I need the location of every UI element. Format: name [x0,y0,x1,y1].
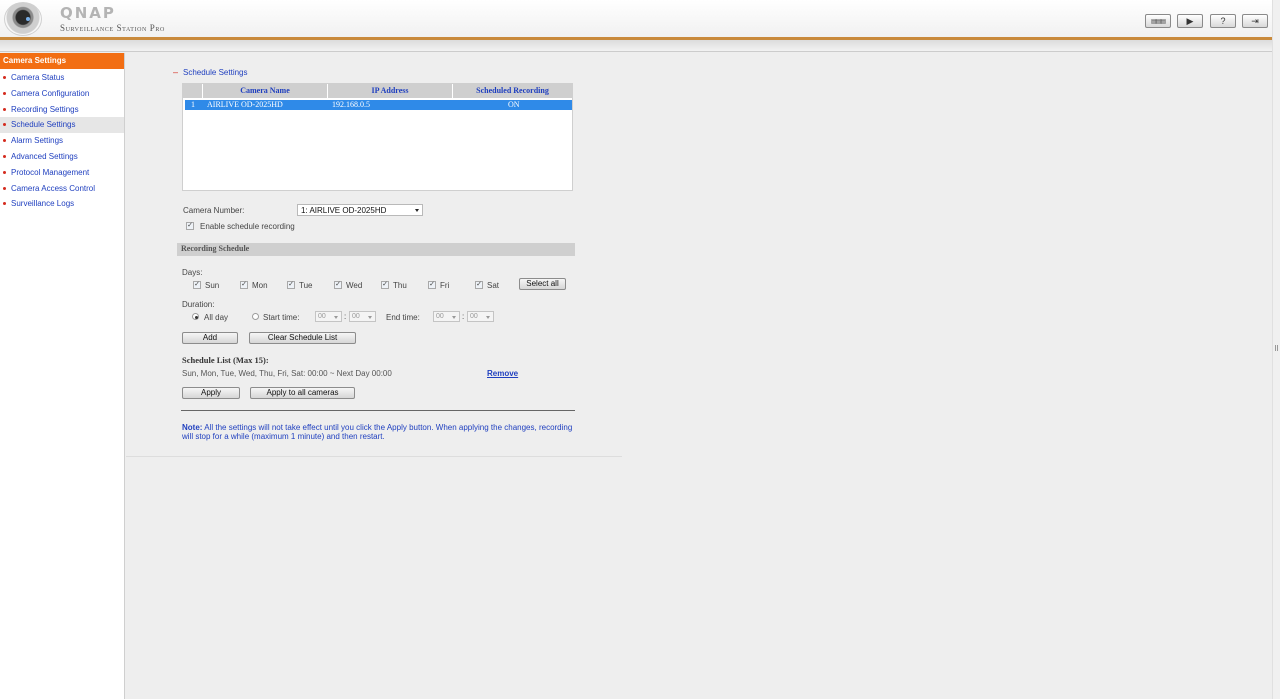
day-checkbox-sat[interactable]: ✓ [475,281,483,289]
help-button[interactable]: ? [1210,14,1236,28]
logout-button[interactable]: ⇥ [1242,14,1268,28]
schedule-list-entry: Sun, Mon, Tue, Wed, Thu, Fri, Sat: 00:00… [182,369,392,378]
chevron-down-icon [452,316,456,319]
enable-schedule-checkbox[interactable]: ✓ [186,222,194,230]
day-label-sun: Sun [205,281,220,290]
sidebar-item-schedule-settings[interactable]: Schedule Settings [0,117,124,134]
start-minute-value: 00 [352,313,360,320]
sidebar-item-camera-access-control[interactable]: Camera Access Control [0,181,124,197]
note-label: Note: [182,423,203,432]
sidebar-title: Camera Settings [0,53,124,69]
product-name: Surveillance Station Pro [60,23,165,33]
sidebar-item-recording-settings[interactable]: Recording Settings [0,102,124,118]
all-day-radio[interactable] [192,313,199,320]
day-checkbox-tue[interactable]: ✓ [287,281,295,289]
row-camera-name: AIRLIVE OD-2025HD [207,100,283,109]
camera-logo-icon [4,2,42,36]
enable-schedule-label: Enable schedule recording [200,222,295,231]
row-ip-address: 192.168.0.5 [332,100,370,109]
brand-name: QNAP [60,4,116,22]
sidebar-item-alarm-settings[interactable]: Alarm Settings [0,133,124,149]
sidebar-item-protocol-management[interactable]: Protocol Management [0,165,124,181]
remove-link[interactable]: Remove [487,369,518,378]
day-label-thu: Thu [393,281,407,290]
select-all-button[interactable]: Select all [519,278,566,290]
all-day-label: All day [204,313,229,322]
end-minute-value: 00 [470,313,478,320]
scrollbar[interactable] [1272,0,1280,699]
end-time-label: End time: [386,313,420,322]
day-label-tue: Tue [299,281,313,290]
day-label-fri: Fri [440,281,450,290]
time-separator: : [344,312,347,321]
recording-schedule-header: Recording Schedule [177,243,575,256]
sidebar: Camera Settings Camera Status Camera Con… [0,53,125,699]
day-label-wed: Wed [346,281,363,290]
monitor-button[interactable]: ▤▤▤ [1145,14,1171,28]
chevron-down-icon [415,209,419,212]
start-minute-select[interactable]: 00 [349,311,376,322]
sidebar-item-surveillance-logs[interactable]: Surveillance Logs [0,196,124,212]
play-icon: ▶ [1186,15,1194,26]
chevron-down-icon [486,316,490,319]
apply-button[interactable]: Apply [182,387,240,399]
collapse-icon[interactable]: – [173,67,178,77]
page-title[interactable]: Schedule Settings [183,68,248,77]
add-button[interactable]: Add [182,332,238,344]
day-label-mon: Mon [252,281,268,290]
scroll-grip-icon [1275,345,1278,351]
day-label-sat: Sat [487,281,500,290]
table-header-ip-address: IP Address [328,84,453,98]
end-hour-value: 00 [436,313,444,320]
table-header-camera-name: Camera Name [203,84,328,98]
camera-number-select[interactable]: 1: AIRLIVE OD-2025HD [297,204,423,216]
note-text: Note: All the settings will not take eff… [182,423,576,441]
app-header: QNAP Surveillance Station Pro ▤▤▤ ▶ ? ⇥ [0,0,1272,40]
sidebar-item-camera-configuration[interactable]: Camera Configuration [0,86,124,102]
start-time-radio[interactable] [252,313,259,320]
days-label: Days: [182,268,203,277]
day-checkbox-fri[interactable]: ✓ [428,281,436,289]
apply-to-all-cameras-button[interactable]: Apply to all cameras [250,387,355,399]
header-shadow [0,40,1272,52]
start-hour-select[interactable]: 00 [315,311,342,322]
day-checkbox-thu[interactable]: ✓ [381,281,389,289]
note-body: All the settings will not take effect un… [182,423,573,441]
table-header-number [183,84,203,98]
row-recording-status: ON [508,100,520,109]
logout-icon: ⇥ [1251,15,1259,26]
day-checkbox-wed[interactable]: ✓ [334,281,342,289]
camera-table: Camera Name IP Address Scheduled Recordi… [182,83,573,191]
camera-number-value: 1: AIRLIVE OD-2025HD [301,206,387,215]
end-hour-select[interactable]: 00 [433,311,460,322]
day-checkbox-mon[interactable]: ✓ [240,281,248,289]
chevron-down-icon [368,316,372,319]
help-icon: ? [1220,16,1226,26]
schedule-list-title: Schedule List (Max 15): [182,355,269,365]
duration-label: Duration: [182,300,215,309]
start-hour-value: 00 [318,313,326,320]
row-number: 1 [191,100,195,109]
table-row[interactable]: 1 AIRLIVE OD-2025HD 192.168.0.5 ON [185,100,572,110]
sidebar-item-camera-status[interactable]: Camera Status [0,70,124,86]
table-header-scheduled-recording: Scheduled Recording [453,84,572,98]
sidebar-item-advanced-settings[interactable]: Advanced Settings [0,149,124,165]
end-minute-select[interactable]: 00 [467,311,494,322]
camera-number-label: Camera Number: [183,206,245,215]
grid-view-icon: ▤▤▤ [1150,18,1166,25]
playback-button[interactable]: ▶ [1177,14,1203,28]
divider [181,410,575,411]
start-time-label: Start time: [263,313,300,322]
chevron-down-icon [334,316,338,319]
day-checkbox-sun[interactable]: ✓ [193,281,201,289]
time-separator: : [462,312,465,321]
clear-schedule-list-button[interactable]: Clear Schedule List [249,332,356,344]
